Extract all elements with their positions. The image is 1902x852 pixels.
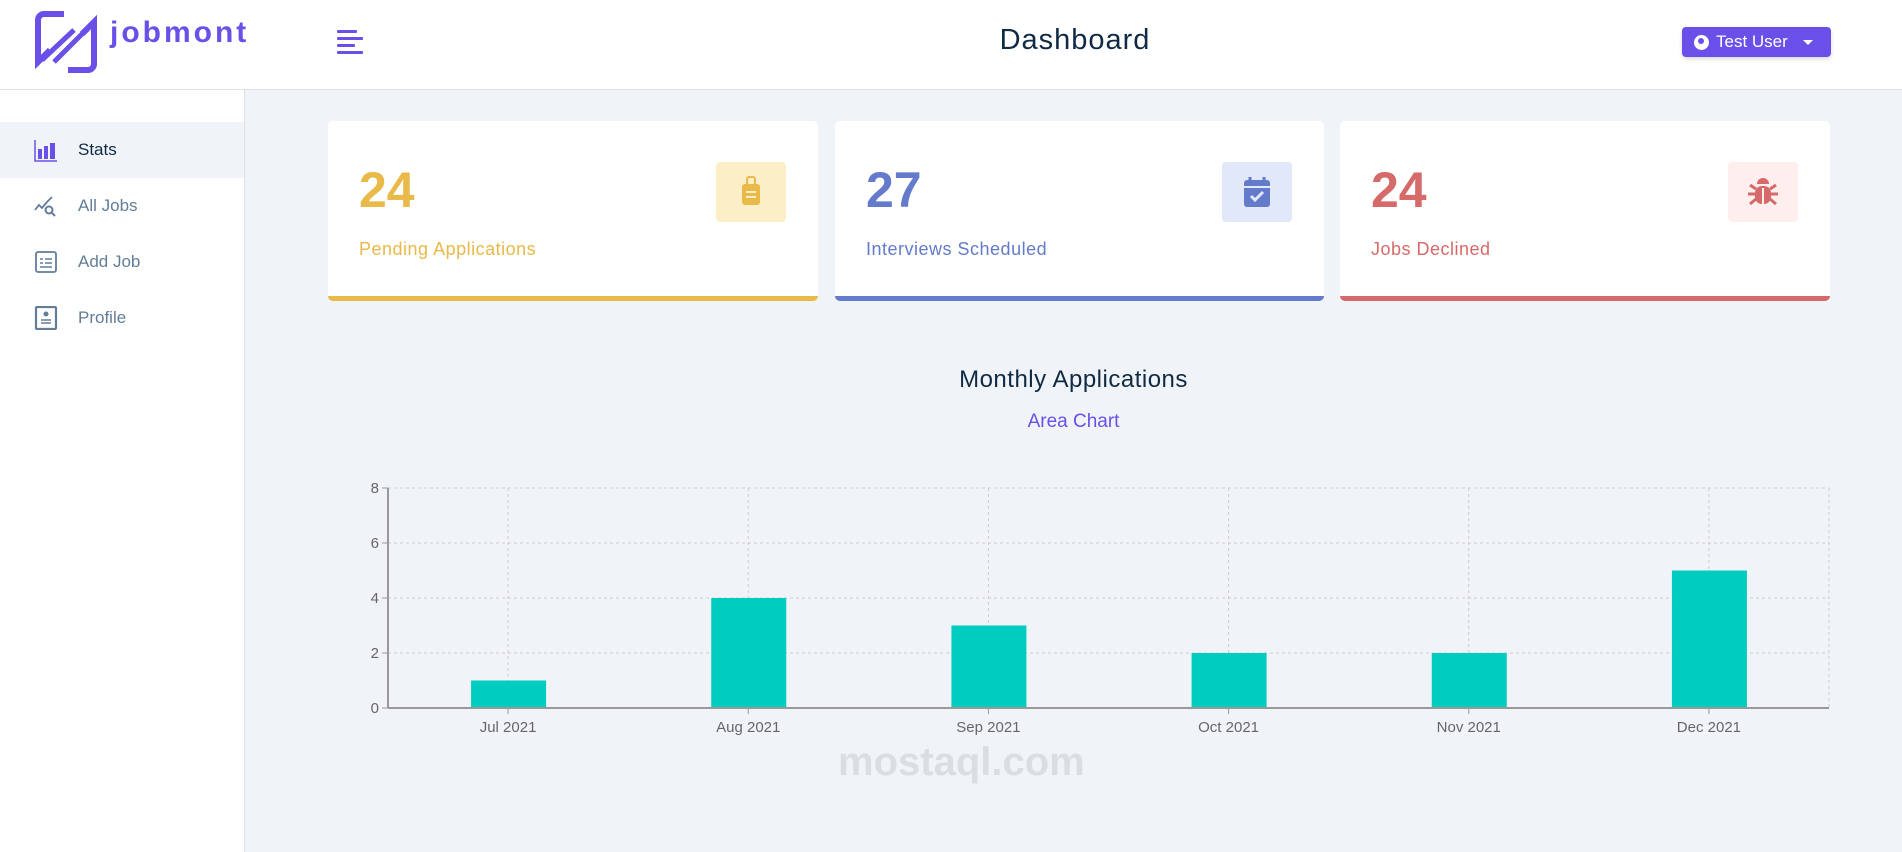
x-tick-label: Nov 2021 [1437, 719, 1501, 736]
y-tick-label: 4 [371, 590, 379, 607]
bar [1191, 653, 1267, 708]
y-tick-label: 0 [371, 700, 379, 717]
monthly-applications-chart: 0 2 4 6 8 Jul 2021 Aug 2021 Sep 2021 Oct 2021 Nov… [371, 480, 1830, 736]
x-tick-label: Dec 2021 [1677, 719, 1741, 736]
watermark: mostaql.com [838, 740, 1085, 784]
x-tick-label: Jul 2021 [480, 719, 537, 736]
x-tick-label: Aug 2021 [716, 719, 780, 736]
bar [711, 598, 787, 708]
y-tick-label: 2 [371, 645, 379, 662]
bar [1431, 653, 1507, 708]
x-tick-label: Sep 2021 [956, 719, 1020, 736]
bar [951, 625, 1027, 708]
bar [471, 680, 547, 708]
y-tick-label: 8 [371, 480, 379, 497]
y-tick-label: 6 [371, 535, 379, 552]
x-tick-label: Oct 2021 [1198, 719, 1259, 736]
bar [1671, 570, 1747, 708]
